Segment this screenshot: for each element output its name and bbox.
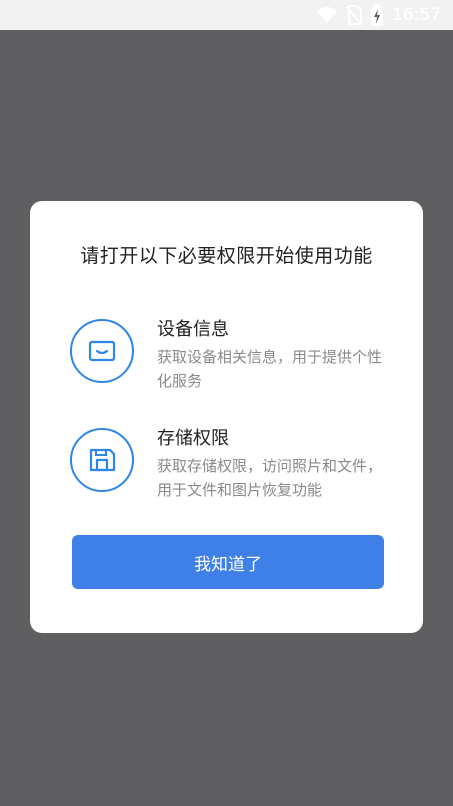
battery-charging-icon bbox=[370, 4, 384, 26]
device-info-icon bbox=[70, 319, 134, 383]
status-icons: 16:57 bbox=[316, 0, 441, 30]
permission-name: 设备信息 bbox=[157, 319, 229, 340]
permission-description: 获取设备相关信息，用于提供个性化服务 bbox=[157, 348, 383, 390]
confirm-button[interactable]: 我知道了 bbox=[72, 535, 384, 589]
dialog-title: 请打开以下必要权限开始使用功能 bbox=[80, 245, 373, 267]
permission-name: 存储权限 bbox=[157, 428, 229, 449]
wifi-icon bbox=[316, 6, 338, 24]
status-bar: 16:57 bbox=[0, 0, 453, 30]
permission-dialog: 请打开以下必要权限开始使用功能 设备信息 获取设备相关信息，用于提供个性化服务 … bbox=[30, 201, 423, 633]
status-time: 16:57 bbox=[392, 5, 441, 25]
permission-description: 获取存储权限，访问照片和文件，用于文件和图片恢复功能 bbox=[157, 457, 383, 499]
no-sim-icon bbox=[346, 5, 362, 25]
storage-icon bbox=[70, 428, 134, 492]
